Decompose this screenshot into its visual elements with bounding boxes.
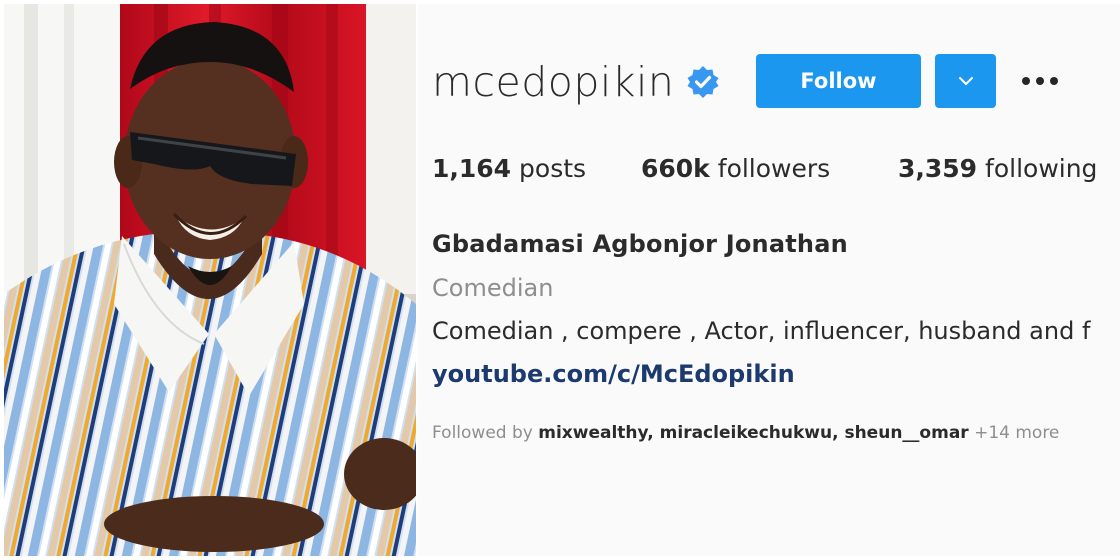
profile-stats: 1,164 posts 660k followers 3,359 followi… — [432, 154, 1120, 194]
followed-by-more: +14 more — [974, 423, 1060, 443]
posts-count: 1,164 — [432, 154, 512, 183]
followers-count: 660k — [641, 154, 710, 183]
more-options-icon — [1022, 77, 1058, 85]
profile-photo-illustration — [4, 4, 416, 556]
profile-full-name: Gbadamasi Agbonjor Jonathan — [432, 230, 848, 258]
followers-stat[interactable]: 660k followers — [641, 154, 830, 183]
posts-stat[interactable]: 1,164 posts — [432, 154, 586, 183]
posts-label: posts — [519, 154, 587, 183]
followers-label: followers — [717, 154, 831, 183]
profile-website-link[interactable]: youtube.com/c/McEdopikin — [432, 360, 795, 388]
followed-by-prefix: Followed by — [432, 423, 533, 443]
suggested-accounts-dropdown-button[interactable] — [935, 54, 996, 108]
following-count: 3,359 — [898, 154, 978, 183]
profile-photo — [4, 4, 416, 556]
profile-category: Comedian — [432, 274, 554, 302]
followed-by-line[interactable]: Followed by mixwealthy, miracleikechukwu… — [432, 423, 1059, 443]
following-label: following — [985, 154, 1098, 183]
profile-bio: Comedian , compere , Actor, influencer, … — [432, 317, 1091, 345]
profile-header: mcedopikin — [432, 52, 720, 112]
more-options-button[interactable] — [1015, 64, 1065, 98]
following-stat[interactable]: 3,359 following — [898, 154, 1097, 183]
username: mcedopikin — [432, 58, 675, 106]
followed-by-names: mixwealthy, miracleikechukwu, sheun__oma… — [538, 423, 969, 443]
verified-badge-icon — [686, 65, 720, 99]
profile-panel: mcedopikin Follow 1,164 posts 660k follo… — [418, 4, 1120, 556]
follow-button[interactable]: Follow — [756, 54, 921, 108]
chevron-down-icon — [958, 77, 973, 85]
